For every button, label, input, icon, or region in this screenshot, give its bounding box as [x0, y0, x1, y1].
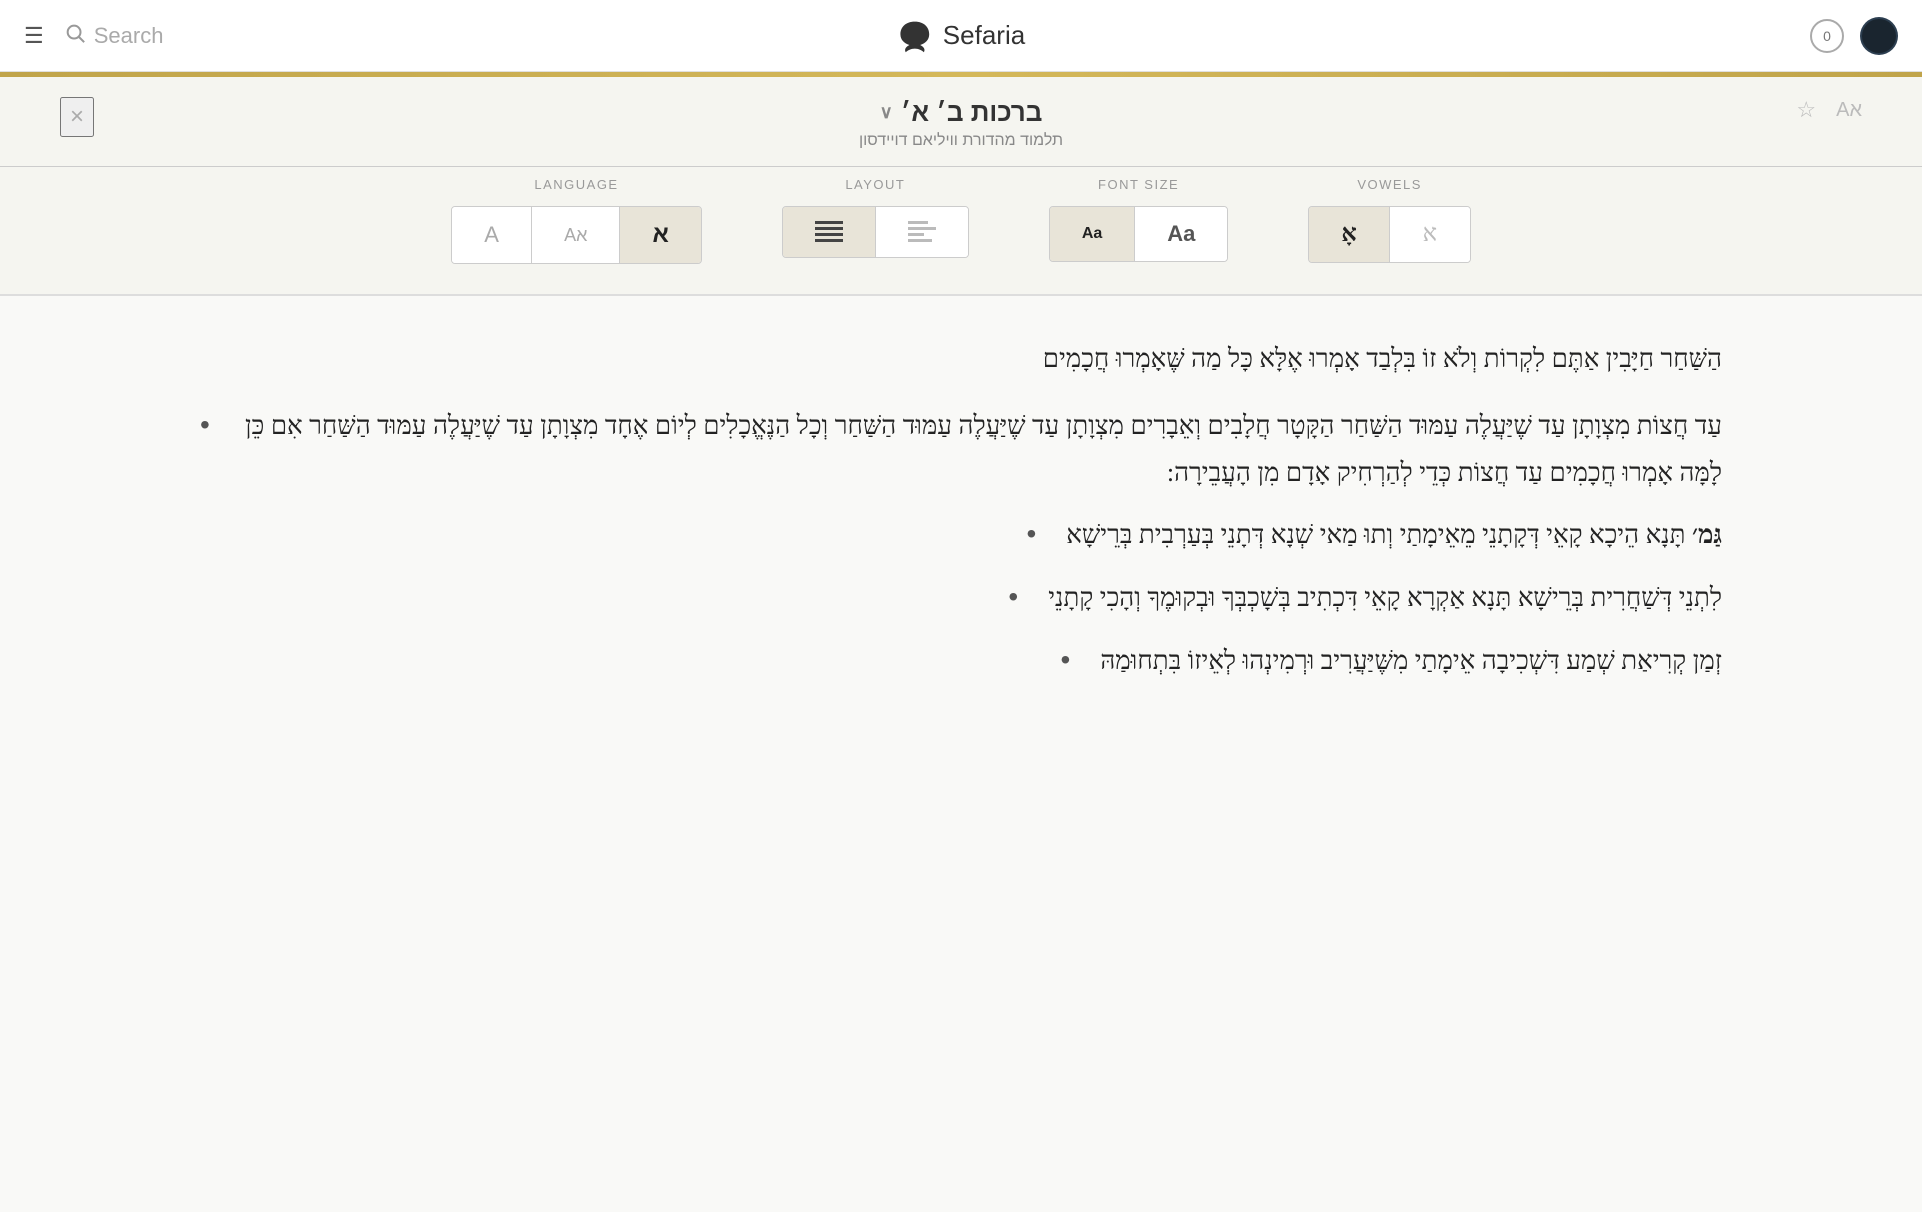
list-item: עַד חֲצוֹת מִצְוָתָן עַד שֶׁיַּעֲלֶה עַמ…	[200, 403, 1722, 497]
font-size-toggle-icon[interactable]: Aא	[1836, 99, 1862, 122]
chevron-down-icon[interactable]: ∨	[880, 102, 893, 123]
language-control: LANGUAGE A Aא א	[451, 177, 702, 264]
layout-control: LAYOUT	[782, 177, 969, 264]
nav-center: Sefaria	[897, 18, 1025, 54]
sefaria-logo-icon	[897, 18, 933, 54]
font-size-button-group: Aa Aa	[1049, 206, 1229, 262]
settings-panel: × ברכות ב׳ א׳ ∨ תלמוד מהדורת וויליאם דוי…	[0, 77, 1922, 295]
list-item: זְמַן קְרִיאַת שְׁמַע דִּשְׁכִיבָה אֵימָ…	[200, 638, 1722, 685]
panel-subtitle: תלמוד מהדורת וויליאם דויידסון	[859, 132, 1063, 150]
bullet-dot-3: •	[1008, 581, 1018, 613]
settings-controls: LANGUAGE A Aא א LAYOUT	[0, 167, 1922, 294]
search-label: Search	[94, 23, 164, 49]
bullet-text-1: עַד חֲצוֹת מִצְוָתָן עַד שֶׁיַּעֲלֶה עַמ…	[240, 403, 1722, 497]
font-size-option-small[interactable]: Aa	[1050, 207, 1135, 261]
top-nav: ☰ Search Sefaria 0	[0, 0, 1922, 72]
font-size-option-large[interactable]: Aa	[1135, 207, 1227, 261]
search-area[interactable]: Search	[64, 22, 164, 50]
language-label: LANGUAGE	[534, 177, 618, 192]
bullet-text-2: גַּמ׳ תָּנָא הֵיכָא קָאֵי דְּקָתָנֵי מֵא…	[1066, 512, 1722, 559]
panel-actions: ☆ Aא	[1796, 97, 1862, 123]
bullet-text-4: זְמַן קְרִיאַת שְׁמַע דִּשְׁכִיבָה אֵימָ…	[1100, 638, 1722, 685]
bullet-dot-1: •	[200, 409, 210, 441]
bold-prefix-2: גַּמ׳	[1692, 520, 1722, 549]
panel-header: × ברכות ב׳ א׳ ∨ תלמוד מהדורת וויליאם דוי…	[0, 97, 1922, 166]
layout-option-justified[interactable]	[783, 207, 876, 257]
layout-option-left[interactable]	[876, 207, 968, 257]
font-size-label: FONT SIZE	[1098, 177, 1179, 192]
avatar[interactable]	[1860, 17, 1898, 55]
vowels-label: VOWELS	[1357, 177, 1422, 192]
vowels-control: VOWELS אָ א	[1308, 177, 1470, 264]
notification-badge[interactable]: 0	[1810, 19, 1844, 53]
hamburger-icon[interactable]: ☰	[24, 23, 44, 49]
language-option-english[interactable]: A	[452, 207, 532, 263]
panel-title: ברכות ב׳ א׳ ∨	[859, 97, 1063, 128]
list-item: לִתְנֵי דְּשַׁחֲרִית בְּרֵישָׁא תָּנָא א…	[200, 575, 1722, 622]
panel-title-area: ברכות ב׳ א׳ ∨ תלמוד מהדורת וויליאם דוייד…	[859, 97, 1063, 150]
vowels-option-without[interactable]: א	[1390, 207, 1470, 262]
bullet-text-3: לִתְנֵי דְּשַׁחֲרִית בְּרֵישָׁא תָּנָא א…	[1048, 575, 1722, 622]
content-area: הַשַּׁחַר חַיָּבִין אַתֶּם לִקְרוֹת וְלֹ…	[0, 296, 1922, 761]
language-option-bilingual[interactable]: Aא	[532, 207, 620, 263]
bullet-dot-4: •	[1061, 644, 1071, 676]
layout-label: LAYOUT	[845, 177, 905, 192]
search-icon	[64, 22, 86, 50]
app-name: Sefaria	[943, 20, 1025, 51]
avatar-inner	[1862, 19, 1896, 53]
close-button[interactable]: ×	[60, 97, 94, 137]
logo-container[interactable]: Sefaria	[897, 18, 1025, 54]
layout-button-group	[782, 206, 969, 258]
favorite-icon[interactable]: ☆	[1796, 97, 1816, 123]
list-item: גַּמ׳ תָּנָא הֵיכָא קָאֵי דְּקָתָנֵי מֵא…	[200, 512, 1722, 559]
vowels-option-with[interactable]: אָ	[1309, 207, 1389, 262]
vowels-button-group: אָ א	[1308, 206, 1470, 263]
language-option-hebrew[interactable]: א	[620, 207, 700, 263]
nav-right: 0	[1810, 17, 1898, 55]
intro-paragraph: הַשַּׁחַר חַיָּבִין אַתֶּם לִקְרוֹת וְלֹ…	[200, 336, 1722, 383]
panel-title-text: ברכות ב׳ א׳	[901, 97, 1043, 128]
bullet-dot-2: •	[1026, 518, 1036, 550]
nav-left: ☰ Search	[24, 22, 163, 50]
font-size-control: FONT SIZE Aa Aa	[1049, 177, 1229, 264]
bullet-list: עַד חֲצוֹת מִצְוָתָן עַד שֶׁיַּעֲלֶה עַמ…	[200, 403, 1722, 685]
language-button-group: A Aא א	[451, 206, 702, 264]
